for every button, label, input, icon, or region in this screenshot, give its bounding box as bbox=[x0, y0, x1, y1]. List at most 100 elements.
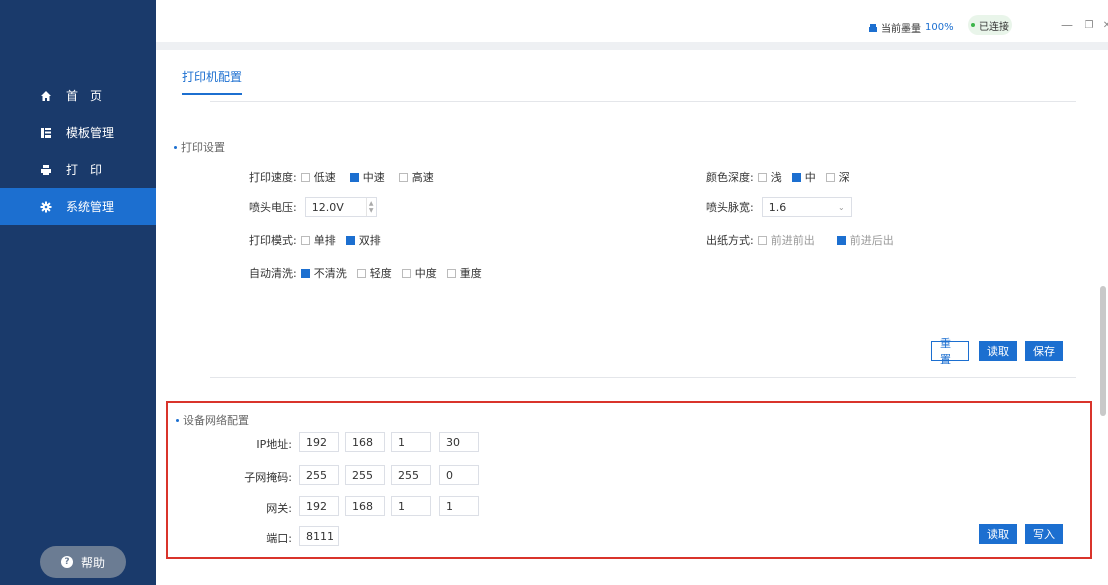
paper-out-row: 出纸方式: 前进前出 前进后出 bbox=[706, 232, 904, 248]
section-title: 设备网络配置 bbox=[183, 414, 249, 427]
paper-option-back[interactable]: 前进后出 bbox=[836, 232, 894, 248]
stepper-arrows-icon[interactable]: ▲ ▼ bbox=[365, 198, 376, 216]
speed-option-high[interactable]: 高速 bbox=[398, 169, 434, 185]
color-depth-row: 颜色深度: 浅 中 深 bbox=[706, 169, 860, 185]
option-label: 轻度 bbox=[369, 267, 392, 280]
network-read-button[interactable]: 读取 bbox=[979, 524, 1017, 544]
network-write-button[interactable]: 写入 bbox=[1025, 524, 1063, 544]
clean-option-heavy[interactable]: 重度 bbox=[446, 265, 482, 281]
speed-option-low[interactable]: 低速 bbox=[300, 169, 336, 185]
pulse-row: 喷头脉宽: 1.6 ⌄ bbox=[706, 197, 852, 217]
sidebar-item-home[interactable]: 首 页 bbox=[0, 77, 156, 114]
gear-icon bbox=[40, 201, 52, 213]
field-label: 喷头电压: bbox=[249, 201, 297, 214]
gateway-label: 网关: bbox=[266, 502, 292, 515]
clean-option-medium[interactable]: 中度 bbox=[401, 265, 437, 281]
checkbox[interactable] bbox=[349, 172, 359, 182]
paper-option-front[interactable]: 前进前出 bbox=[757, 232, 815, 248]
voltage-stepper[interactable]: 12.0V ▲ ▼ bbox=[304, 197, 377, 217]
field-label: 出纸方式: bbox=[706, 234, 754, 247]
checkbox[interactable] bbox=[791, 172, 801, 182]
checkbox[interactable] bbox=[300, 172, 310, 182]
section-network: 设备网络配置 bbox=[176, 412, 249, 428]
divider bbox=[210, 377, 1076, 378]
help-button[interactable]: ? 帮助 bbox=[40, 546, 126, 578]
checkbox[interactable] bbox=[757, 172, 767, 182]
divider bbox=[210, 101, 1076, 102]
option-label: 高速 bbox=[411, 171, 434, 184]
section-print-settings: 打印设置 bbox=[174, 139, 225, 155]
checkbox[interactable] bbox=[836, 235, 846, 245]
title-bar: 当前墨量 100% 已连接 — ❐ ✕ bbox=[156, 0, 1108, 42]
sidebar-item-system[interactable]: 系统管理 bbox=[0, 188, 156, 225]
checkbox[interactable] bbox=[345, 235, 355, 245]
close-button[interactable]: ✕ bbox=[1100, 18, 1108, 32]
mask-octet-3[interactable]: 255 bbox=[391, 465, 431, 485]
depth-option-light[interactable]: 浅 bbox=[757, 169, 782, 185]
tab-printer-config[interactable]: 打印机配置 bbox=[182, 68, 243, 95]
checkbox[interactable] bbox=[446, 268, 456, 278]
sidebar-item-label: 打 印 bbox=[66, 163, 103, 177]
checkbox[interactable] bbox=[300, 268, 310, 278]
ip-octet-4[interactable]: 30 bbox=[439, 432, 479, 452]
mask-label: 子网掩码: bbox=[244, 471, 292, 484]
read-button[interactable]: 读取 bbox=[979, 341, 1017, 361]
gateway-octet-4[interactable]: 1 bbox=[439, 496, 479, 516]
gateway-octet-2[interactable]: 168 bbox=[345, 496, 385, 516]
network-config-panel: 设备网络配置 IP地址: 192 168 1 30 子网掩码: 255 255 … bbox=[166, 401, 1092, 559]
section-title: 打印设置 bbox=[181, 141, 225, 154]
checkbox[interactable] bbox=[300, 235, 310, 245]
ip-octet-2[interactable]: 168 bbox=[345, 432, 385, 452]
option-label: 前进后出 bbox=[849, 234, 894, 247]
home-icon bbox=[40, 90, 52, 102]
ip-octet-3[interactable]: 1 bbox=[391, 432, 431, 452]
sidebar-item-print[interactable]: 打 印 bbox=[0, 151, 156, 188]
depth-option-dark[interactable]: 深 bbox=[825, 169, 850, 185]
pulse-value: 1.6 bbox=[768, 200, 787, 214]
reset-button[interactable]: 重置 bbox=[931, 337, 969, 366]
field-label: 打印速度: bbox=[249, 171, 297, 184]
clean-option-none[interactable]: 不清洗 bbox=[300, 265, 347, 281]
option-label: 前进前出 bbox=[770, 234, 815, 247]
port-input[interactable]: 8111 bbox=[299, 526, 339, 546]
sidebar-item-label: 系统管理 bbox=[66, 200, 115, 214]
mask-octet-4[interactable]: 0 bbox=[439, 465, 479, 485]
speed-option-mid[interactable]: 中速 bbox=[349, 169, 385, 185]
mask-octet-2[interactable]: 255 bbox=[345, 465, 385, 485]
checkbox[interactable] bbox=[825, 172, 835, 182]
depth-option-medium[interactable]: 中 bbox=[791, 169, 816, 185]
checkbox[interactable] bbox=[398, 172, 408, 182]
help-icon: ? bbox=[60, 556, 73, 568]
scrollbar[interactable] bbox=[1100, 286, 1106, 416]
ip-octet-1[interactable]: 192 bbox=[299, 432, 339, 452]
voltage-value: 12.0V bbox=[311, 200, 344, 214]
print-mode-row: 打印模式: 单排 双排 bbox=[249, 232, 391, 248]
bullet-icon bbox=[174, 145, 177, 149]
checkbox[interactable] bbox=[401, 268, 411, 278]
option-label: 中速 bbox=[362, 171, 385, 184]
checkbox[interactable] bbox=[757, 235, 767, 245]
option-label: 中度 bbox=[414, 267, 437, 280]
option-label: 重度 bbox=[459, 267, 482, 280]
clean-option-light[interactable]: 轻度 bbox=[356, 265, 392, 281]
mode-option-single[interactable]: 单排 bbox=[300, 232, 336, 248]
option-label: 不清洗 bbox=[313, 267, 347, 280]
printer-icon bbox=[40, 164, 52, 176]
field-label: 颜色深度: bbox=[706, 171, 754, 184]
restore-button[interactable]: ❐ bbox=[1082, 18, 1096, 32]
print-speed-row: 打印速度: 低速 中速 高速 bbox=[249, 169, 444, 185]
checkbox[interactable] bbox=[356, 268, 366, 278]
minimize-button[interactable]: — bbox=[1060, 18, 1074, 32]
ip-label: IP地址: bbox=[256, 438, 292, 451]
gateway-octet-1[interactable]: 192 bbox=[299, 496, 339, 516]
mask-octet-1[interactable]: 255 bbox=[299, 465, 339, 485]
mode-option-double[interactable]: 双排 bbox=[345, 232, 381, 248]
gateway-octet-3[interactable]: 1 bbox=[391, 496, 431, 516]
connection-status-badge: 已连接 bbox=[968, 15, 1012, 35]
option-label: 双排 bbox=[358, 234, 381, 247]
sidebar-item-label: 首 页 bbox=[66, 89, 103, 103]
pulse-select[interactable]: 1.6 ⌄ bbox=[761, 197, 852, 217]
save-button[interactable]: 保存 bbox=[1025, 341, 1063, 361]
sidebar-item-templates[interactable]: 模板管理 bbox=[0, 114, 156, 151]
header-separator bbox=[156, 42, 1108, 50]
